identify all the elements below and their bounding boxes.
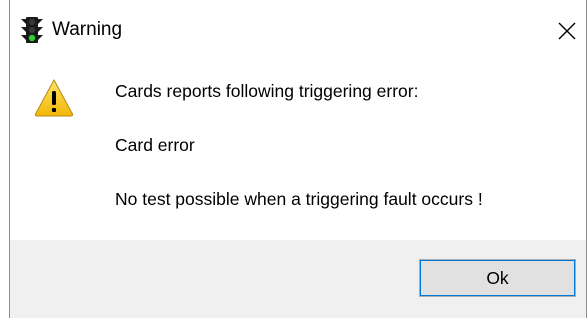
warning-dialog: Warning Cards reports following triggeri…: [0, 0, 588, 318]
ok-button[interactable]: Ok: [419, 259, 576, 297]
close-button[interactable]: [550, 14, 584, 48]
message-area: Cards reports following triggering error…: [10, 56, 586, 240]
message-line-1: Cards reports following triggering error…: [115, 81, 419, 101]
title-bar[interactable]: Warning: [10, 0, 586, 56]
message-line-3: No test possible when a triggering fault…: [115, 189, 483, 209]
window-title: Warning: [52, 19, 123, 40]
window-border-right: [586, 0, 587, 318]
warning-triangle-icon: [34, 78, 74, 118]
close-icon: [558, 22, 576, 40]
traffic-light-icon: [21, 16, 43, 44]
message-line-2: Card error: [115, 135, 195, 155]
button-bar: Ok: [10, 240, 586, 318]
